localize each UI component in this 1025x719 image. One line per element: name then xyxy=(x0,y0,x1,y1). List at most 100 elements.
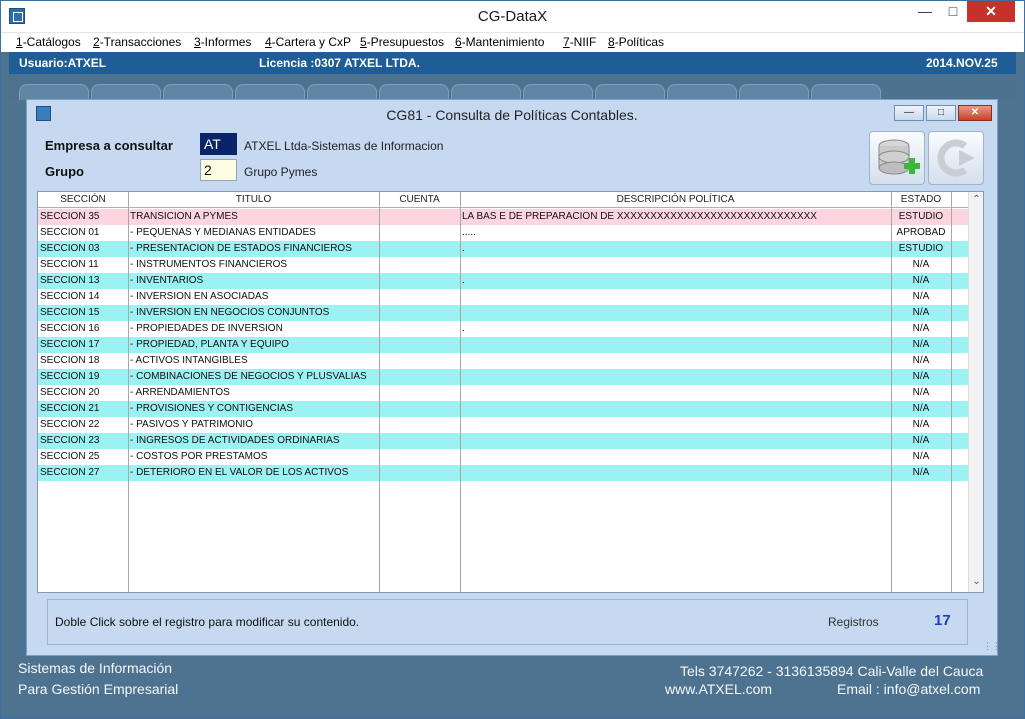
cell-titulo: - PROPIEDADES DE INVERSION xyxy=(130,323,283,334)
exit-arrow-icon xyxy=(937,139,975,177)
add-record-button[interactable] xyxy=(869,131,925,185)
resize-grip-icon[interactable]: ⋮⋮ xyxy=(983,641,1001,652)
cell-titulo: - INSTRUMENTOS FINANCIEROS xyxy=(130,259,288,270)
cell-descripcion: ..... xyxy=(462,227,476,238)
table-row[interactable]: SECCION 25 - COSTOS POR PRESTAMOS N/A xyxy=(38,449,968,465)
cell-seccion: SECCION 25 xyxy=(40,451,100,462)
cell-seccion: SECCION 19 xyxy=(40,371,100,382)
tab-strip xyxy=(9,74,1016,100)
minimize-button[interactable]: — xyxy=(911,1,939,22)
group-code-input[interactable]: 2 xyxy=(200,159,237,181)
column-header-cuenta[interactable]: CUENTA xyxy=(379,194,460,205)
cell-estado: APROBAD xyxy=(896,227,946,238)
dialog-maximize-button[interactable]: □ xyxy=(926,105,956,121)
cell-titulo: - PROVISIONES Y CONTIGENCIAS xyxy=(130,403,293,414)
menu-presupuestos[interactable]: 5-Presupuestos xyxy=(360,35,444,49)
tab-placeholder xyxy=(19,84,89,100)
table-row[interactable]: SECCION 01 - PEQUEÑAS Y MEDIANAS ENTIDADE… xyxy=(38,225,968,241)
table-row[interactable]: SECCION 20 - ARRENDAMIENTOS N/A xyxy=(38,385,968,401)
cell-estado: N/A xyxy=(912,259,930,270)
menu-cartera[interactable]: 4-Cartera y CxP xyxy=(265,35,351,49)
window-title: CG-DataX xyxy=(477,8,548,25)
scroll-up-icon[interactable]: ⌃ xyxy=(969,194,983,205)
user-label: Usuario:ATXEL xyxy=(19,56,107,70)
date-label: 2014.NOV.25 xyxy=(926,56,998,70)
cell-estado: ESTUDIO xyxy=(898,243,944,254)
maximize-button[interactable]: □ xyxy=(939,1,967,22)
status-panel: Doble Click sobre el registro para modif… xyxy=(47,599,968,645)
menu-politicas[interactable]: 8-Políticas xyxy=(608,35,664,49)
column-header-titulo[interactable]: TITULO xyxy=(128,194,379,205)
cell-estado: N/A xyxy=(912,307,930,318)
table-row[interactable]: SECCION 13 - INVENTARIOS. N/A xyxy=(38,273,968,289)
table-row[interactable]: SECCION 14 - INVERSION EN ASOCIADAS N/A xyxy=(38,289,968,305)
dialog-minimize-button[interactable]: — xyxy=(894,105,924,121)
menu-catalogos[interactable]: 1-Catálogos xyxy=(16,35,81,49)
menu-mantenimiento[interactable]: 6-Mantenimiento xyxy=(455,35,544,49)
footer-tagline-1: Sistemas de Información xyxy=(18,660,173,676)
menu-niif[interactable]: 7-NIIF xyxy=(563,35,596,49)
table-row[interactable]: SECCION 03 - PRESENTACION DE ESTADOS FINA… xyxy=(38,241,968,257)
tab-placeholder xyxy=(451,84,521,100)
table-header: SECCIÓN TITULO CUENTA DESCRIPCIÓN POLÍTI… xyxy=(38,192,968,208)
cell-titulo: - PRESENTACION DE ESTADOS FINANCIEROS xyxy=(130,243,352,254)
table-row[interactable]: SECCION 19 - COMBINACIONES DE NEGOCIOS Y … xyxy=(38,369,968,385)
column-header-seccion[interactable]: SECCIÓN xyxy=(38,194,128,205)
policies-table: SECCIÓN TITULO CUENTA DESCRIPCIÓN POLÍTI… xyxy=(37,191,984,593)
group-label: Grupo xyxy=(45,164,84,179)
table-row[interactable]: SECCION 16 - PROPIEDADES DE INVERSION. N/A xyxy=(38,321,968,337)
dialog-title: CG81 - Consulta de Políticas Contables. xyxy=(386,107,638,123)
cell-titulo: - ACTIVOS INTANGIBLES xyxy=(130,355,248,366)
main-window: CG-DataX — □ ✕ 1-Catálogos 2-Transaccion… xyxy=(0,0,1025,719)
column-divider xyxy=(128,192,129,592)
database-add-icon xyxy=(878,139,920,175)
column-divider xyxy=(379,192,380,592)
table-row[interactable]: SECCION 35 TRANSICION A PYMES LA BAS E DE … xyxy=(38,209,968,225)
table-row[interactable]: SECCION 22 - PASIVOS Y PATRIMONIO N/A xyxy=(38,417,968,433)
cell-descripcion: . xyxy=(462,323,465,334)
footer-website[interactable]: www.ATXEL.com xyxy=(665,681,772,697)
cell-seccion: SECCION 14 xyxy=(40,291,100,302)
cell-seccion: SECCION 15 xyxy=(40,307,100,318)
table-row[interactable]: SECCION 27 - DETERIORO EN EL VALOR DE LOS… xyxy=(38,465,968,481)
footer-email[interactable]: Email : info@atxel.com xyxy=(837,681,980,697)
close-button[interactable]: ✕ xyxy=(967,1,1015,22)
tab-placeholder xyxy=(811,84,881,100)
cell-titulo: - INGRESOS DE ACTIVIDADES ORDINARIAS xyxy=(130,435,340,446)
table-row[interactable]: SECCION 21 - PROVISIONES Y CONTIGENCIAS N/… xyxy=(38,401,968,417)
table-row[interactable]: SECCION 11 - INSTRUMENTOS FINANCIEROS N/A xyxy=(38,257,968,273)
column-divider xyxy=(951,192,952,592)
tab-placeholder xyxy=(595,84,665,100)
cell-titulo: - ARRENDAMIENTOS xyxy=(130,387,230,398)
group-name: Grupo Pymes xyxy=(244,165,318,179)
footer-tagline-2: Para Gestión Empresarial xyxy=(18,681,179,697)
column-divider xyxy=(460,192,461,592)
table-row[interactable]: SECCION 17 - PROPIEDAD, PLANTA Y EQUIPO N/… xyxy=(38,337,968,353)
menu-bar: 1-Catálogos 2-Transacciones 3-Informes 4… xyxy=(1,32,1024,52)
scroll-down-icon[interactable]: ⌄ xyxy=(969,576,983,587)
column-header-descripcion[interactable]: DESCRIPCIÓN POLÍTICA xyxy=(460,194,891,205)
tab-placeholder xyxy=(307,84,377,100)
cell-estado: N/A xyxy=(912,451,930,462)
cell-titulo: - COMBINACIONES DE NEGOCIOS Y PLUSVALIAS xyxy=(130,371,367,382)
table-row[interactable]: SECCION 18 - ACTIVOS INTANGIBLES N/A xyxy=(38,353,968,369)
vertical-scrollbar[interactable]: ⌃ ⌄ xyxy=(968,192,983,592)
table-row[interactable]: SECCION 15 - INVERSION EN NEGOCIOS CONJUN… xyxy=(38,305,968,321)
dialog-close-button[interactable]: ✕ xyxy=(958,105,992,121)
cell-seccion: SECCION 21 xyxy=(40,403,100,414)
menu-transacciones[interactable]: 2-Transacciones xyxy=(93,35,181,49)
cell-estado: N/A xyxy=(912,355,930,366)
cell-seccion: SECCION 11 xyxy=(40,259,99,270)
license-label: Licencia :0307 ATXEL LTDA. xyxy=(259,56,420,70)
exit-button[interactable] xyxy=(928,131,984,185)
column-header-estado[interactable]: ESTADO xyxy=(891,194,951,205)
cell-estado: N/A xyxy=(912,387,930,398)
cell-estado: N/A xyxy=(912,323,930,334)
table-row[interactable]: SECCION 23 - INGRESOS DE ACTIVIDADES ORDI… xyxy=(38,433,968,449)
cell-seccion: SECCION 13 xyxy=(40,275,100,286)
menu-informes[interactable]: 3-Informes xyxy=(194,35,251,49)
title-bar: CG-DataX — □ ✕ xyxy=(1,1,1024,32)
company-code-input[interactable]: AT xyxy=(200,133,237,155)
tab-placeholder xyxy=(739,84,809,100)
company-name: ATXEL Ltda-Sistemas de Informacion xyxy=(244,139,444,153)
